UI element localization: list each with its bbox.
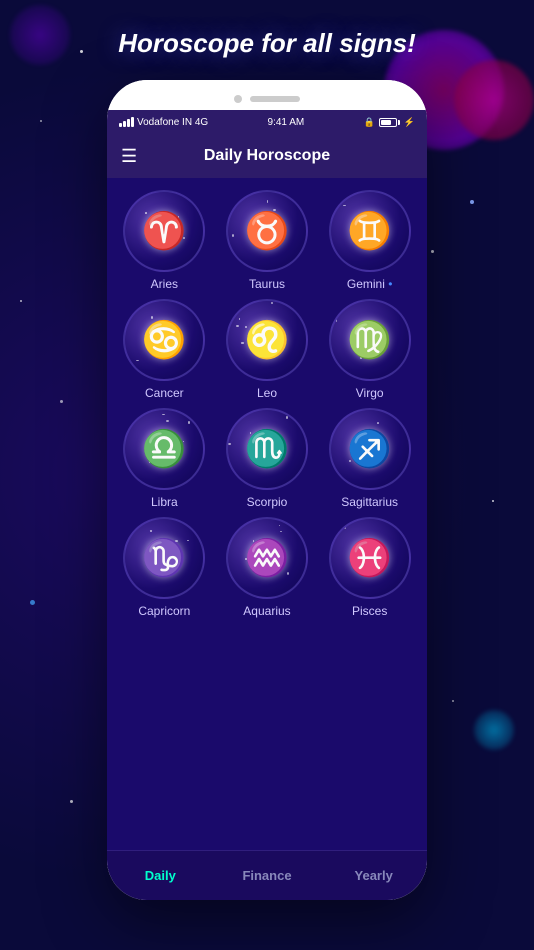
lock-icon: 🔒 (364, 117, 375, 128)
signal-bar-1 (119, 123, 122, 127)
sign-symbol-pisces: ♓ (347, 537, 392, 579)
charging-icon: ⚡ (404, 117, 415, 128)
star (30, 600, 35, 605)
sign-name-taurus: Taurus (249, 277, 285, 291)
sign-symbol-leo: ♌ (245, 319, 290, 361)
sign-name-pisces: Pisces (352, 604, 387, 618)
sign-item-scorpio[interactable]: ♏ Scorpio (220, 408, 315, 509)
sign-symbol-gemini: ♊ (347, 210, 392, 252)
sign-item-taurus[interactable]: ♉ Taurus (220, 190, 315, 291)
app-title: Daily Horoscope (204, 147, 330, 165)
sign-circle-leo: ♌ (226, 299, 308, 381)
menu-icon[interactable]: ☰ (121, 146, 137, 167)
star (492, 500, 494, 502)
phone-frame: Vodafone IN 4G 9:41 AM 🔒 ⚡ ☰ Daily Horos… (107, 80, 427, 900)
nav-item-daily[interactable]: Daily (107, 851, 214, 900)
star (452, 700, 454, 702)
sign-circle-pisces: ♓ (329, 517, 411, 599)
main-title: Horoscope for all signs! (0, 28, 534, 59)
sign-circle-libra: ♎ (123, 408, 205, 490)
signal-bars (119, 117, 134, 127)
star (40, 120, 42, 122)
sign-circle-taurus: ♉ (226, 190, 308, 272)
signs-grid: ♈ Aries ♉ Taurus ♊ Gemini ♋ Cancer ♌ Leo ♍ Virgo ♎ Li… (117, 190, 417, 618)
sign-name-aries: Aries (151, 277, 178, 291)
sign-circle-gemini: ♊ (329, 190, 411, 272)
app-header: ☰ Daily Horoscope (107, 134, 427, 178)
signs-container: ♈ Aries ♉ Taurus ♊ Gemini ♋ Cancer ♌ Leo ♍ Virgo ♎ Li… (107, 178, 427, 850)
sign-name-scorpio: Scorpio (247, 495, 288, 509)
sign-circle-virgo: ♍ (329, 299, 411, 381)
nav-item-finance[interactable]: Finance (214, 851, 321, 900)
bg-orb-2 (454, 60, 534, 140)
bg-orb-4 (474, 710, 514, 750)
signal-bar-4 (131, 117, 134, 127)
sign-item-sagittarius[interactable]: ♐ Sagittarius (322, 408, 417, 509)
sign-circle-aquarius: ♒ (226, 517, 308, 599)
nav-label-yearly: Yearly (355, 868, 393, 883)
signal-bar-2 (123, 121, 126, 127)
status-left: Vodafone IN 4G (119, 117, 208, 128)
star (20, 300, 22, 302)
bottom-nav: Daily Finance Yearly (107, 850, 427, 900)
sign-symbol-aquarius: ♒ (245, 537, 290, 579)
star (70, 800, 73, 803)
sign-item-capricorn[interactable]: ♑ Capricorn (117, 517, 212, 618)
phone-speaker (250, 96, 300, 102)
sign-circle-cancer: ♋ (123, 299, 205, 381)
nav-label-daily: Daily (145, 868, 176, 883)
sign-name-capricorn: Capricorn (138, 604, 190, 618)
sign-item-gemini[interactable]: ♊ Gemini (322, 190, 417, 291)
sign-symbol-scorpio: ♏ (245, 428, 290, 470)
sign-name-gemini: Gemini (347, 277, 393, 291)
sign-symbol-aries: ♈ (142, 210, 187, 252)
battery-icon (379, 118, 400, 127)
sign-item-libra[interactable]: ♎ Libra (117, 408, 212, 509)
sign-circle-aries: ♈ (123, 190, 205, 272)
sign-item-pisces[interactable]: ♓ Pisces (322, 517, 417, 618)
sign-item-virgo[interactable]: ♍ Virgo (322, 299, 417, 400)
star (60, 400, 63, 403)
sign-symbol-cancer: ♋ (142, 319, 187, 361)
sign-item-cancer[interactable]: ♋ Cancer (117, 299, 212, 400)
status-bar: Vodafone IN 4G 9:41 AM 🔒 ⚡ (107, 110, 427, 134)
sign-symbol-sagittarius: ♐ (347, 428, 392, 470)
sign-circle-scorpio: ♏ (226, 408, 308, 490)
sign-name-virgo: Virgo (356, 386, 384, 400)
star (470, 200, 474, 204)
sign-item-aquarius[interactable]: ♒ Aquarius (220, 517, 315, 618)
sign-name-aquarius: Aquarius (243, 604, 290, 618)
status-time: 9:41 AM (268, 117, 305, 128)
sign-symbol-virgo: ♍ (347, 319, 392, 361)
sign-circle-sagittarius: ♐ (329, 408, 411, 490)
status-right: 🔒 ⚡ (364, 117, 415, 128)
carrier-text: Vodafone IN 4G (137, 117, 208, 128)
sign-circle-capricorn: ♑ (123, 517, 205, 599)
signal-bar-3 (127, 119, 130, 127)
sign-item-leo[interactable]: ♌ Leo (220, 299, 315, 400)
phone-inner: Vodafone IN 4G 9:41 AM 🔒 ⚡ ☰ Daily Horos… (107, 110, 427, 900)
sign-symbol-capricorn: ♑ (142, 537, 187, 579)
phone-camera (234, 95, 242, 103)
sign-name-sagittarius: Sagittarius (341, 495, 398, 509)
sign-name-leo: Leo (257, 386, 277, 400)
sign-item-aries[interactable]: ♈ Aries (117, 190, 212, 291)
sign-name-libra: Libra (151, 495, 178, 509)
phone-top-decoration (107, 80, 427, 110)
nav-label-finance: Finance (242, 868, 291, 883)
star (431, 250, 434, 253)
sign-name-cancer: Cancer (145, 386, 184, 400)
sign-symbol-taurus: ♉ (245, 210, 290, 252)
sign-symbol-libra: ♎ (142, 428, 187, 470)
